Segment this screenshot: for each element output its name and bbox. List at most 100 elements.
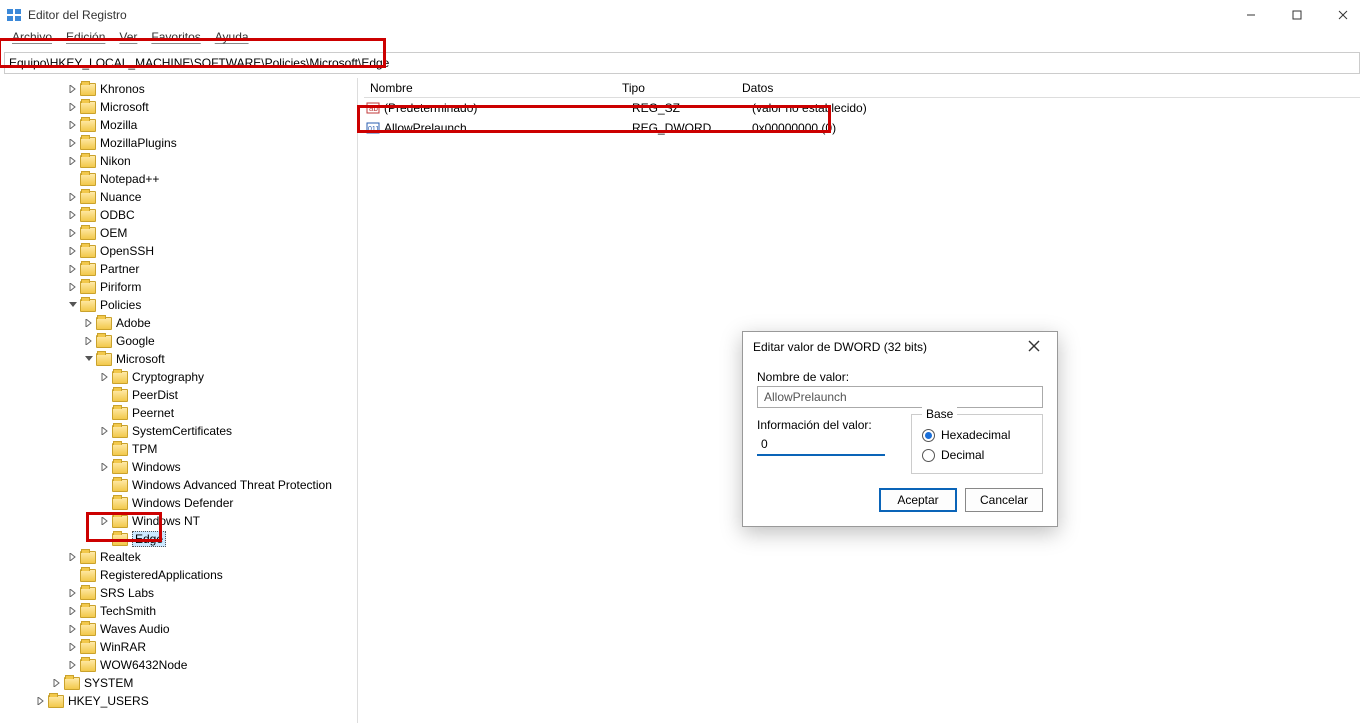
chevron-right-icon[interactable] — [66, 118, 80, 132]
dialog-close-button[interactable] — [1021, 339, 1047, 355]
chevron-right-icon[interactable] — [50, 676, 64, 690]
menu-favorites[interactable]: Favoritos — [145, 30, 206, 50]
ok-button[interactable]: Aceptar — [879, 488, 957, 512]
tree-node[interactable]: Edge — [0, 530, 357, 548]
col-type[interactable]: Tipo — [622, 81, 645, 95]
chevron-right-icon[interactable] — [66, 658, 80, 672]
chevron-right-icon[interactable] — [98, 370, 112, 384]
chevron-right-icon[interactable] — [98, 424, 112, 438]
tree-node[interactable]: SYSTEM — [0, 674, 357, 692]
tree-node[interactable]: Khronos — [0, 80, 357, 98]
chevron-right-icon[interactable] — [66, 604, 80, 618]
chevron-right-icon[interactable] — [82, 316, 96, 330]
tree-node[interactable]: SRS Labs — [0, 584, 357, 602]
chevron-right-icon[interactable] — [66, 280, 80, 294]
radio-hex-input[interactable] — [922, 429, 935, 442]
folder-icon — [96, 317, 112, 330]
folder-icon — [64, 677, 80, 690]
tree-node[interactable]: Realtek — [0, 548, 357, 566]
radio-hex[interactable]: Hexadecimal — [922, 425, 1032, 445]
tree-label: SYSTEM — [84, 676, 133, 690]
chevron-down-icon[interactable] — [66, 298, 80, 312]
chevron-right-icon[interactable] — [66, 622, 80, 636]
col-data[interactable]: Datos — [742, 81, 773, 95]
tree-node[interactable]: Nikon — [0, 152, 357, 170]
menu-view[interactable]: Ver — [113, 30, 143, 50]
radio-dec[interactable]: Decimal — [922, 445, 1032, 465]
chevron-right-icon[interactable] — [66, 190, 80, 204]
tree-node[interactable]: SystemCertificates — [0, 422, 357, 440]
tree-node[interactable]: Cryptography — [0, 368, 357, 386]
address-text: Equipo\HKEY_LOCAL_MACHINE\SOFTWARE\Polic… — [9, 56, 389, 70]
tree-node[interactable]: Piriform — [0, 278, 357, 296]
tree-node[interactable]: Microsoft — [0, 350, 357, 368]
address-bar[interactable]: Equipo\HKEY_LOCAL_MACHINE\SOFTWARE\Polic… — [4, 52, 1360, 74]
chevron-right-icon[interactable] — [34, 694, 48, 708]
tree-node[interactable]: Waves Audio — [0, 620, 357, 638]
tree-node[interactable]: Mozilla — [0, 116, 357, 134]
tree-label: Waves Audio — [100, 622, 170, 636]
chevron-right-icon[interactable] — [66, 550, 80, 564]
chevron-right-icon[interactable] — [66, 208, 80, 222]
folder-icon — [112, 443, 128, 456]
tree-node[interactable]: Windows Defender — [0, 494, 357, 512]
chevron-right-icon[interactable] — [66, 586, 80, 600]
tree-node[interactable]: WinRAR — [0, 638, 357, 656]
dialog-title: Editar valor de DWORD (32 bits) — [753, 340, 1021, 354]
chevron-right-icon[interactable] — [66, 136, 80, 150]
tree-node[interactable]: OEM — [0, 224, 357, 242]
menu-file[interactable]: Archivo — [6, 30, 58, 50]
tree-node[interactable]: Windows Advanced Threat Protection — [0, 476, 357, 494]
chevron-right-icon[interactable] — [66, 226, 80, 240]
chevron-right-icon[interactable] — [66, 82, 80, 96]
tree-pane[interactable]: KhronosMicrosoftMozillaMozillaPluginsNik… — [0, 78, 358, 723]
chevron-down-icon[interactable] — [82, 352, 96, 366]
tree-node[interactable]: PeerDist — [0, 386, 357, 404]
chevron-right-icon[interactable] — [98, 514, 112, 528]
tree-node[interactable]: ODBC — [0, 206, 357, 224]
cancel-button[interactable]: Cancelar — [965, 488, 1043, 512]
tree-node[interactable]: Adobe — [0, 314, 357, 332]
menu-help[interactable]: Ayuda — [209, 30, 255, 50]
chevron-right-icon[interactable] — [82, 334, 96, 348]
values-header[interactable]: Nombre Tipo Datos — [364, 78, 1360, 98]
tree-node[interactable]: Partner — [0, 260, 357, 278]
folder-icon — [80, 137, 96, 150]
close-button[interactable] — [1320, 0, 1366, 30]
value-row[interactable]: ab(Predeterminado)REG_SZ(valor no establ… — [364, 98, 1360, 118]
tree-node[interactable]: TechSmith — [0, 602, 357, 620]
chevron-right-icon[interactable] — [66, 262, 80, 276]
tree-node[interactable]: Notepad++ — [0, 170, 357, 188]
tree-label: WinRAR — [100, 640, 146, 654]
tree-node[interactable]: OpenSSH — [0, 242, 357, 260]
value-row[interactable]: 011AllowPrelaunchREG_DWORD0x00000000 (0) — [364, 118, 1360, 138]
tree-node[interactable]: MozillaPlugins — [0, 134, 357, 152]
tree-node[interactable]: Peernet — [0, 404, 357, 422]
chevron-right-icon[interactable] — [66, 244, 80, 258]
tree-node[interactable]: Nuance — [0, 188, 357, 206]
tree-node[interactable]: Windows NT — [0, 512, 357, 530]
folder-icon — [80, 209, 96, 222]
chevron-right-icon[interactable] — [98, 460, 112, 474]
minimize-button[interactable] — [1228, 0, 1274, 30]
folder-icon — [112, 533, 128, 546]
tree-node[interactable]: RegisteredApplications — [0, 566, 357, 584]
dialog-titlebar[interactable]: Editar valor de DWORD (32 bits) — [743, 332, 1057, 362]
menu-edit[interactable]: Edición — [60, 30, 111, 50]
chevron-right-icon[interactable] — [66, 100, 80, 114]
tree-node[interactable]: HKEY_USERS — [0, 692, 357, 710]
tree-node[interactable]: Policies — [0, 296, 357, 314]
chevron-right-icon[interactable] — [66, 154, 80, 168]
tree-node[interactable]: Windows — [0, 458, 357, 476]
edit-dword-dialog: Editar valor de DWORD (32 bits) Nombre d… — [742, 331, 1058, 527]
no-arrow — [66, 172, 80, 186]
chevron-right-icon[interactable] — [66, 640, 80, 654]
tree-node[interactable]: Google — [0, 332, 357, 350]
radio-dec-input[interactable] — [922, 449, 935, 462]
value-data-input[interactable] — [757, 434, 885, 456]
tree-node[interactable]: WOW6432Node — [0, 656, 357, 674]
tree-node[interactable]: Microsoft — [0, 98, 357, 116]
maximize-button[interactable] — [1274, 0, 1320, 30]
tree-node[interactable]: TPM — [0, 440, 357, 458]
col-name[interactable]: Nombre — [370, 81, 413, 95]
